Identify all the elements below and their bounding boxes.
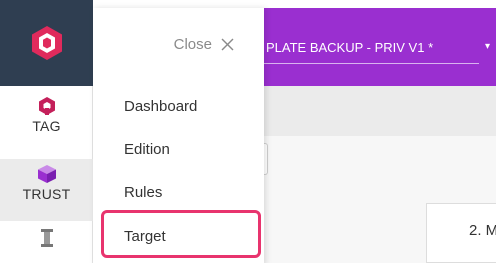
rail-item-label: TRUST xyxy=(22,186,71,202)
logo[interactable] xyxy=(0,0,93,86)
app-window: 2. M PLATE BACKUP - PRIV V1 * ▾ TAG TRUS… xyxy=(0,0,496,263)
close-label: Close xyxy=(173,36,212,53)
menu-item-dashboard[interactable]: Dashboard xyxy=(124,98,197,115)
trust-cube-icon xyxy=(37,165,56,183)
top-bar: PLATE BACKUP - PRIV V1 * ▾ xyxy=(264,8,496,86)
hexagon-logo-icon xyxy=(31,26,62,60)
column-icon xyxy=(40,229,53,247)
title-underline xyxy=(264,63,479,64)
document-title-select[interactable]: PLATE BACKUP - PRIV V1 * xyxy=(266,40,433,55)
tag-hexagon-icon xyxy=(38,97,55,115)
rail-item-label: TAG xyxy=(32,118,61,134)
target-highlight-box xyxy=(101,210,261,258)
menu-item-rules[interactable]: Rules xyxy=(124,184,162,201)
rail-item-column[interactable] xyxy=(0,228,93,263)
menu-item-edition[interactable]: Edition xyxy=(124,141,170,158)
close-icon xyxy=(221,38,234,51)
close-button[interactable]: Close xyxy=(174,36,234,53)
icon-rail: TAG TRUST xyxy=(0,0,93,263)
step-card[interactable]: 2. M xyxy=(426,203,496,263)
chevron-down-icon[interactable]: ▾ xyxy=(485,41,490,52)
step-card-title: 2. M xyxy=(469,222,496,239)
rail-item-tag[interactable]: TAG xyxy=(0,96,93,152)
rail-item-trust[interactable]: TRUST xyxy=(0,159,93,221)
